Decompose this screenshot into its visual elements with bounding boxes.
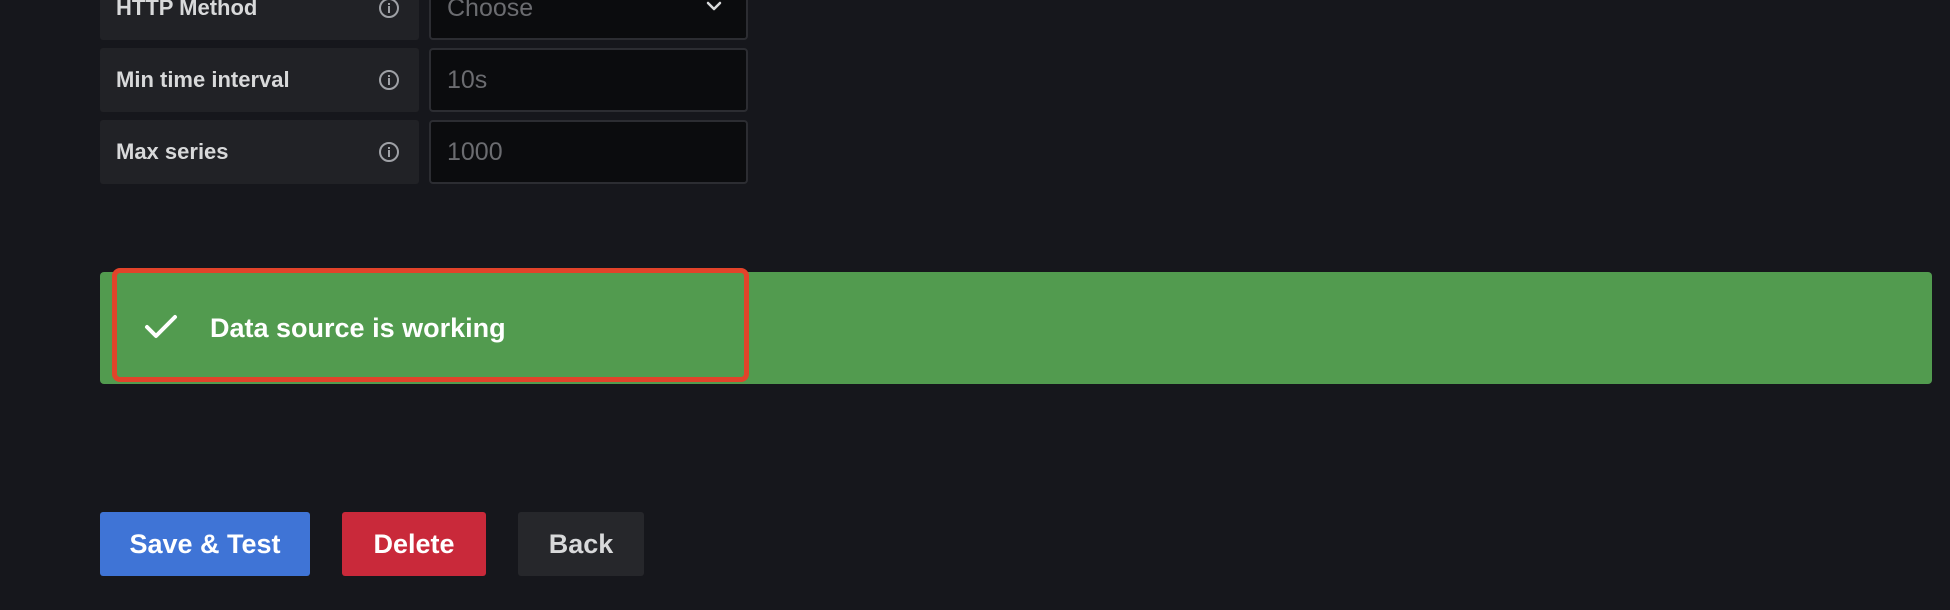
select-value: Choose — [447, 0, 534, 22]
field-label: HTTP Method — [116, 0, 258, 20]
field-label: Max series — [116, 139, 229, 164]
field-label-container: Max series — [100, 120, 419, 184]
input-placeholder: 1000 — [447, 138, 503, 166]
datasource-settings-page: HTTP Method Choose Min time interval 10s… — [0, 0, 1950, 610]
save-and-test-button[interactable]: Save & Test — [100, 512, 310, 576]
back-button[interactable]: Back — [518, 512, 644, 576]
field-label-container: HTTP Method — [100, 0, 419, 40]
alert-highlight-box — [112, 268, 749, 382]
chevron-down-icon — [706, 1, 722, 11]
info-circle-icon[interactable] — [378, 141, 400, 163]
info-circle-icon[interactable] — [378, 69, 400, 91]
field-label-container: Min time interval — [100, 48, 419, 112]
delete-button[interactable]: Delete — [342, 512, 486, 576]
info-circle-icon[interactable] — [378, 0, 400, 19]
max-series-input[interactable]: 1000 — [429, 120, 748, 184]
min-time-interval-input[interactable]: 10s — [429, 48, 748, 112]
field-label: Min time interval — [116, 67, 290, 92]
http-method-select[interactable]: Choose — [429, 0, 748, 40]
input-placeholder: 10s — [447, 66, 488, 94]
